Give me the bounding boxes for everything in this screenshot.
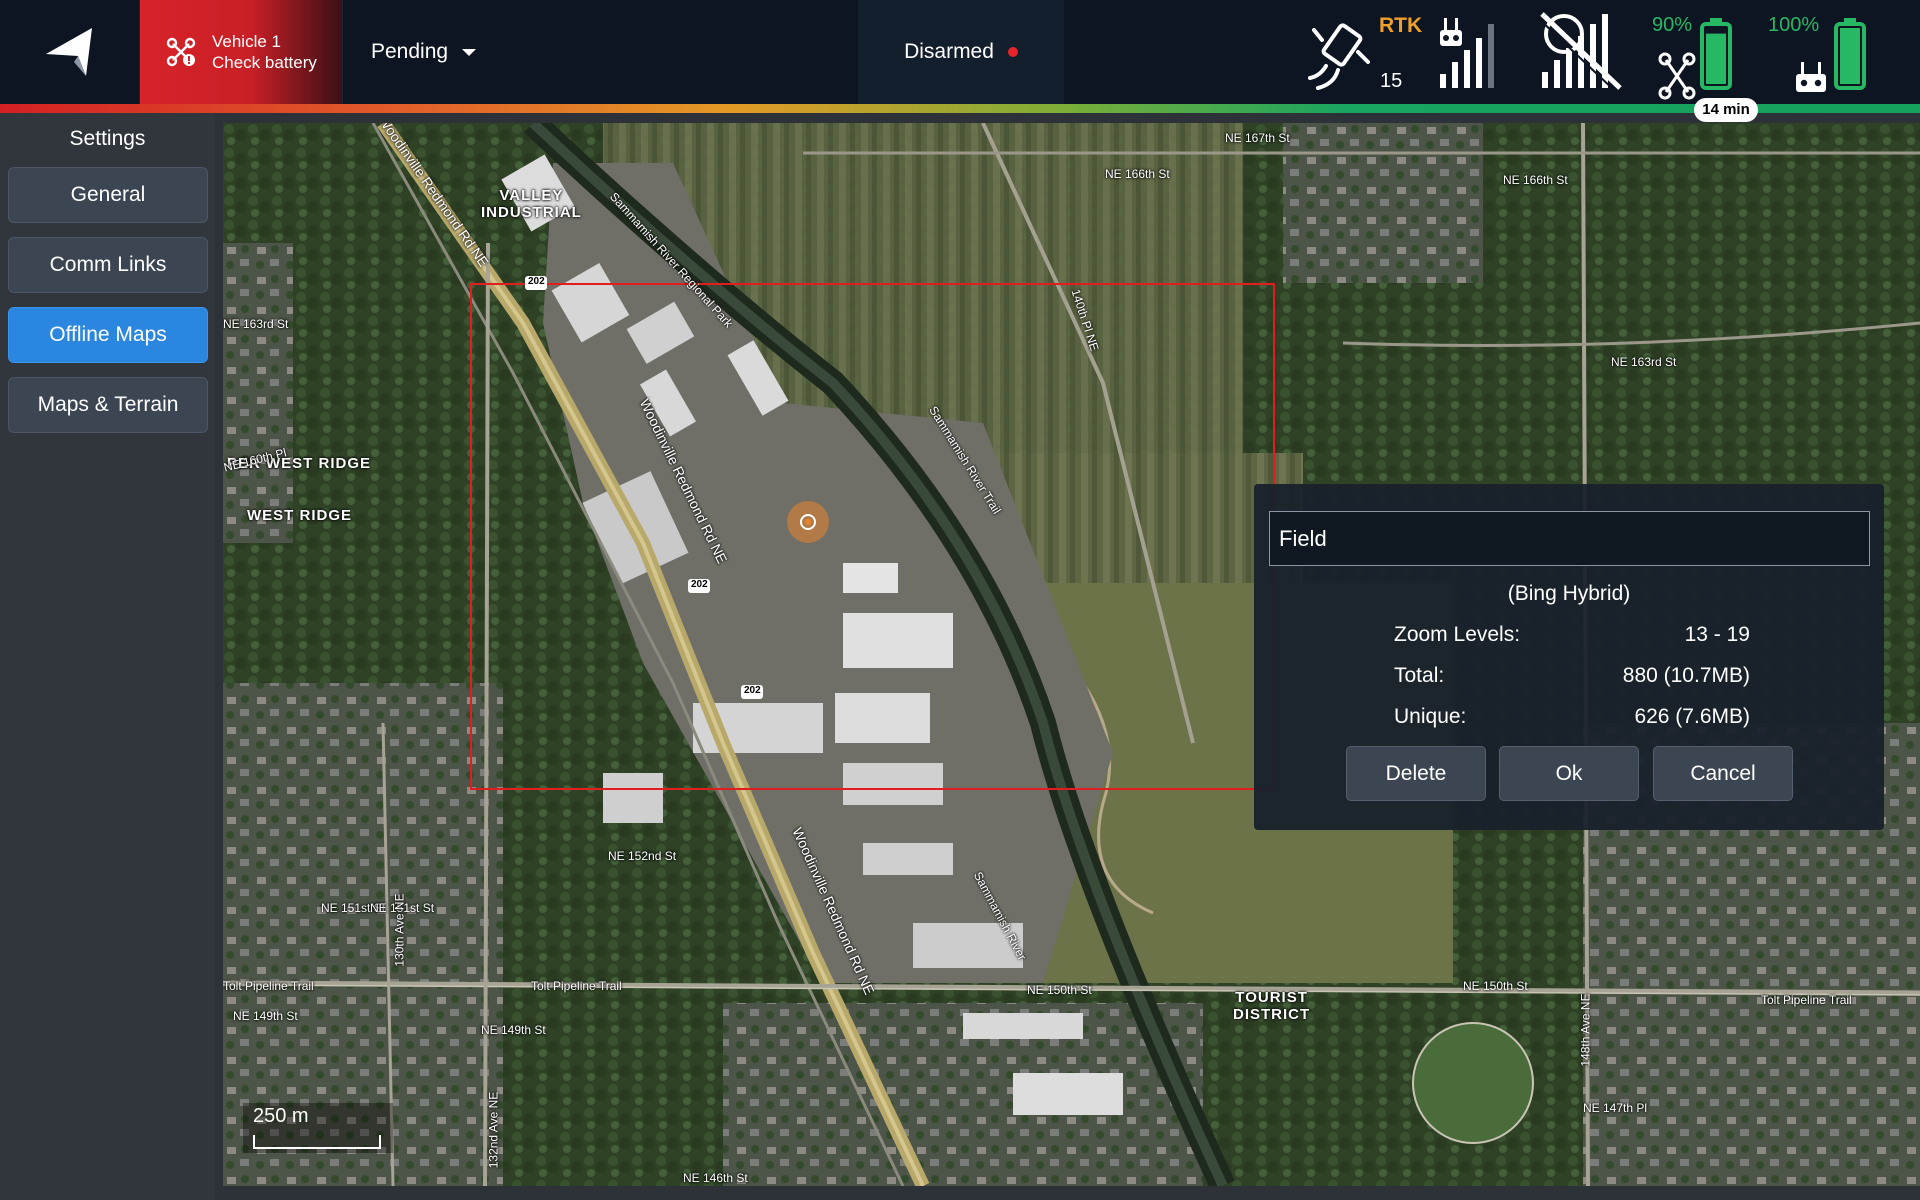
map-set-name-input[interactable] [1269,511,1870,566]
cancel-button[interactable]: Cancel [1653,746,1793,801]
map-label: NE 149th St [481,1023,546,1037]
map-label: NE 149th St [233,1009,298,1023]
total-tiles-key: Total: [1394,664,1445,687]
flight-progress-strip [0,104,1920,113]
map-label: NE 152nd St [608,849,677,863]
sidebar-title: Settings [69,127,146,150]
flight-mode-dropdown[interactable]: Pending [342,0,512,104]
map-label: NE 166th St [1503,173,1568,187]
satellite-count: 15 [1380,70,1403,92]
unique-tiles-key: Unique: [1394,705,1467,728]
vehicle-battery-icon[interactable] [1656,0,1746,104]
arm-status-dot [1007,47,1018,57]
map-label: WEST RIDGE [247,507,353,524]
sidebar-item-offline-maps[interactable]: Offline Maps [8,307,208,363]
gps-type-label: RTK [1379,14,1423,37]
map-label: 132nd Ave NE [486,1091,501,1169]
vehicle-name: Vehicle 1 [212,32,281,51]
zoom-levels-value: 13 - 19 [1684,623,1750,646]
highway-shield-label: 202 [691,579,708,590]
map-scale: 250 m [243,1103,393,1153]
total-tiles-value: 880 (10.7MB) [1622,664,1750,687]
satellite-icon[interactable] [1300,0,1380,104]
highway-shield-label: 202 [528,276,545,287]
map-label: NE 166th St [1105,167,1170,181]
zoom-levels-key: Zoom Levels: [1394,623,1521,646]
map-label: Tolt Pipeline Trail [531,979,622,993]
map-label: NE 150th St [1027,983,1092,997]
map-label: NE 167th St [1225,131,1290,145]
map-label: VALLEY INDUSTRIAL [481,187,582,221]
map-scale-bar [253,1135,381,1149]
map-label: Tolt Pipeline Trail [223,979,314,993]
arm-state-label: Disarmed [904,40,994,63]
map-label: NE 163rd St [1611,355,1677,369]
highway-shield-label: 202 [744,685,761,696]
top-toolbar: Vehicle 1 Check battery Pending Disarmed… [0,0,1920,104]
map-label: NE 146th St [683,1171,748,1185]
controller-battery-icon[interactable] [1792,0,1882,104]
app-logo-icon [45,28,92,76]
unique-tiles-value: 626 (7.6MB) [1634,705,1750,728]
offline-map-set-dialog: (Bing Hybrid) Zoom Levels: 13 - 19 Total… [1254,484,1884,830]
app-logo-button[interactable] [0,0,140,104]
vehicle-status-indicator[interactable]: Vehicle 1 Check battery [140,0,342,104]
rc-signal-icon[interactable] [1430,0,1516,104]
map-label: Tolt Pipeline Trail [1761,993,1852,1007]
map-type-label: (Bing Hybrid) [1507,582,1631,605]
sidebar-item-maps-terrain[interactable]: Maps & Terrain [8,377,208,433]
map-label: 130th Ave NE [392,893,407,967]
delete-button[interactable]: Delete [1346,746,1486,801]
sidebar-item-comm-links[interactable]: Comm Links [8,237,208,293]
map-label: NE 150th St [1463,979,1528,993]
map-view[interactable]: VALLEY INDUSTRIAL PER WEST RIDGE WEST RI… [223,123,1920,1186]
map-label: TOURIST DISTRICT [1233,989,1311,1023]
telemetry-signal-off-icon[interactable] [1536,0,1628,104]
settings-sidebar: Settings General Comm Links Offline Maps… [0,113,215,1200]
map-label: NE 147th Pl [1583,1101,1648,1115]
map-label: 148th Ave NE [1578,993,1593,1067]
vehicle-message: Check battery [212,53,317,72]
flight-mode-label: Pending [371,40,449,63]
flight-time-badge: 14 min [1694,98,1758,122]
map-scale-label: 250 m [253,1105,309,1127]
drone-warning-icon [166,37,196,67]
chevron-down-icon [462,48,477,56]
map-label: NE 163rd St [223,317,289,331]
sidebar-item-general[interactable]: General [8,167,208,223]
ok-button[interactable]: Ok [1499,746,1639,801]
arm-status-indicator[interactable]: Disarmed [858,0,1064,104]
